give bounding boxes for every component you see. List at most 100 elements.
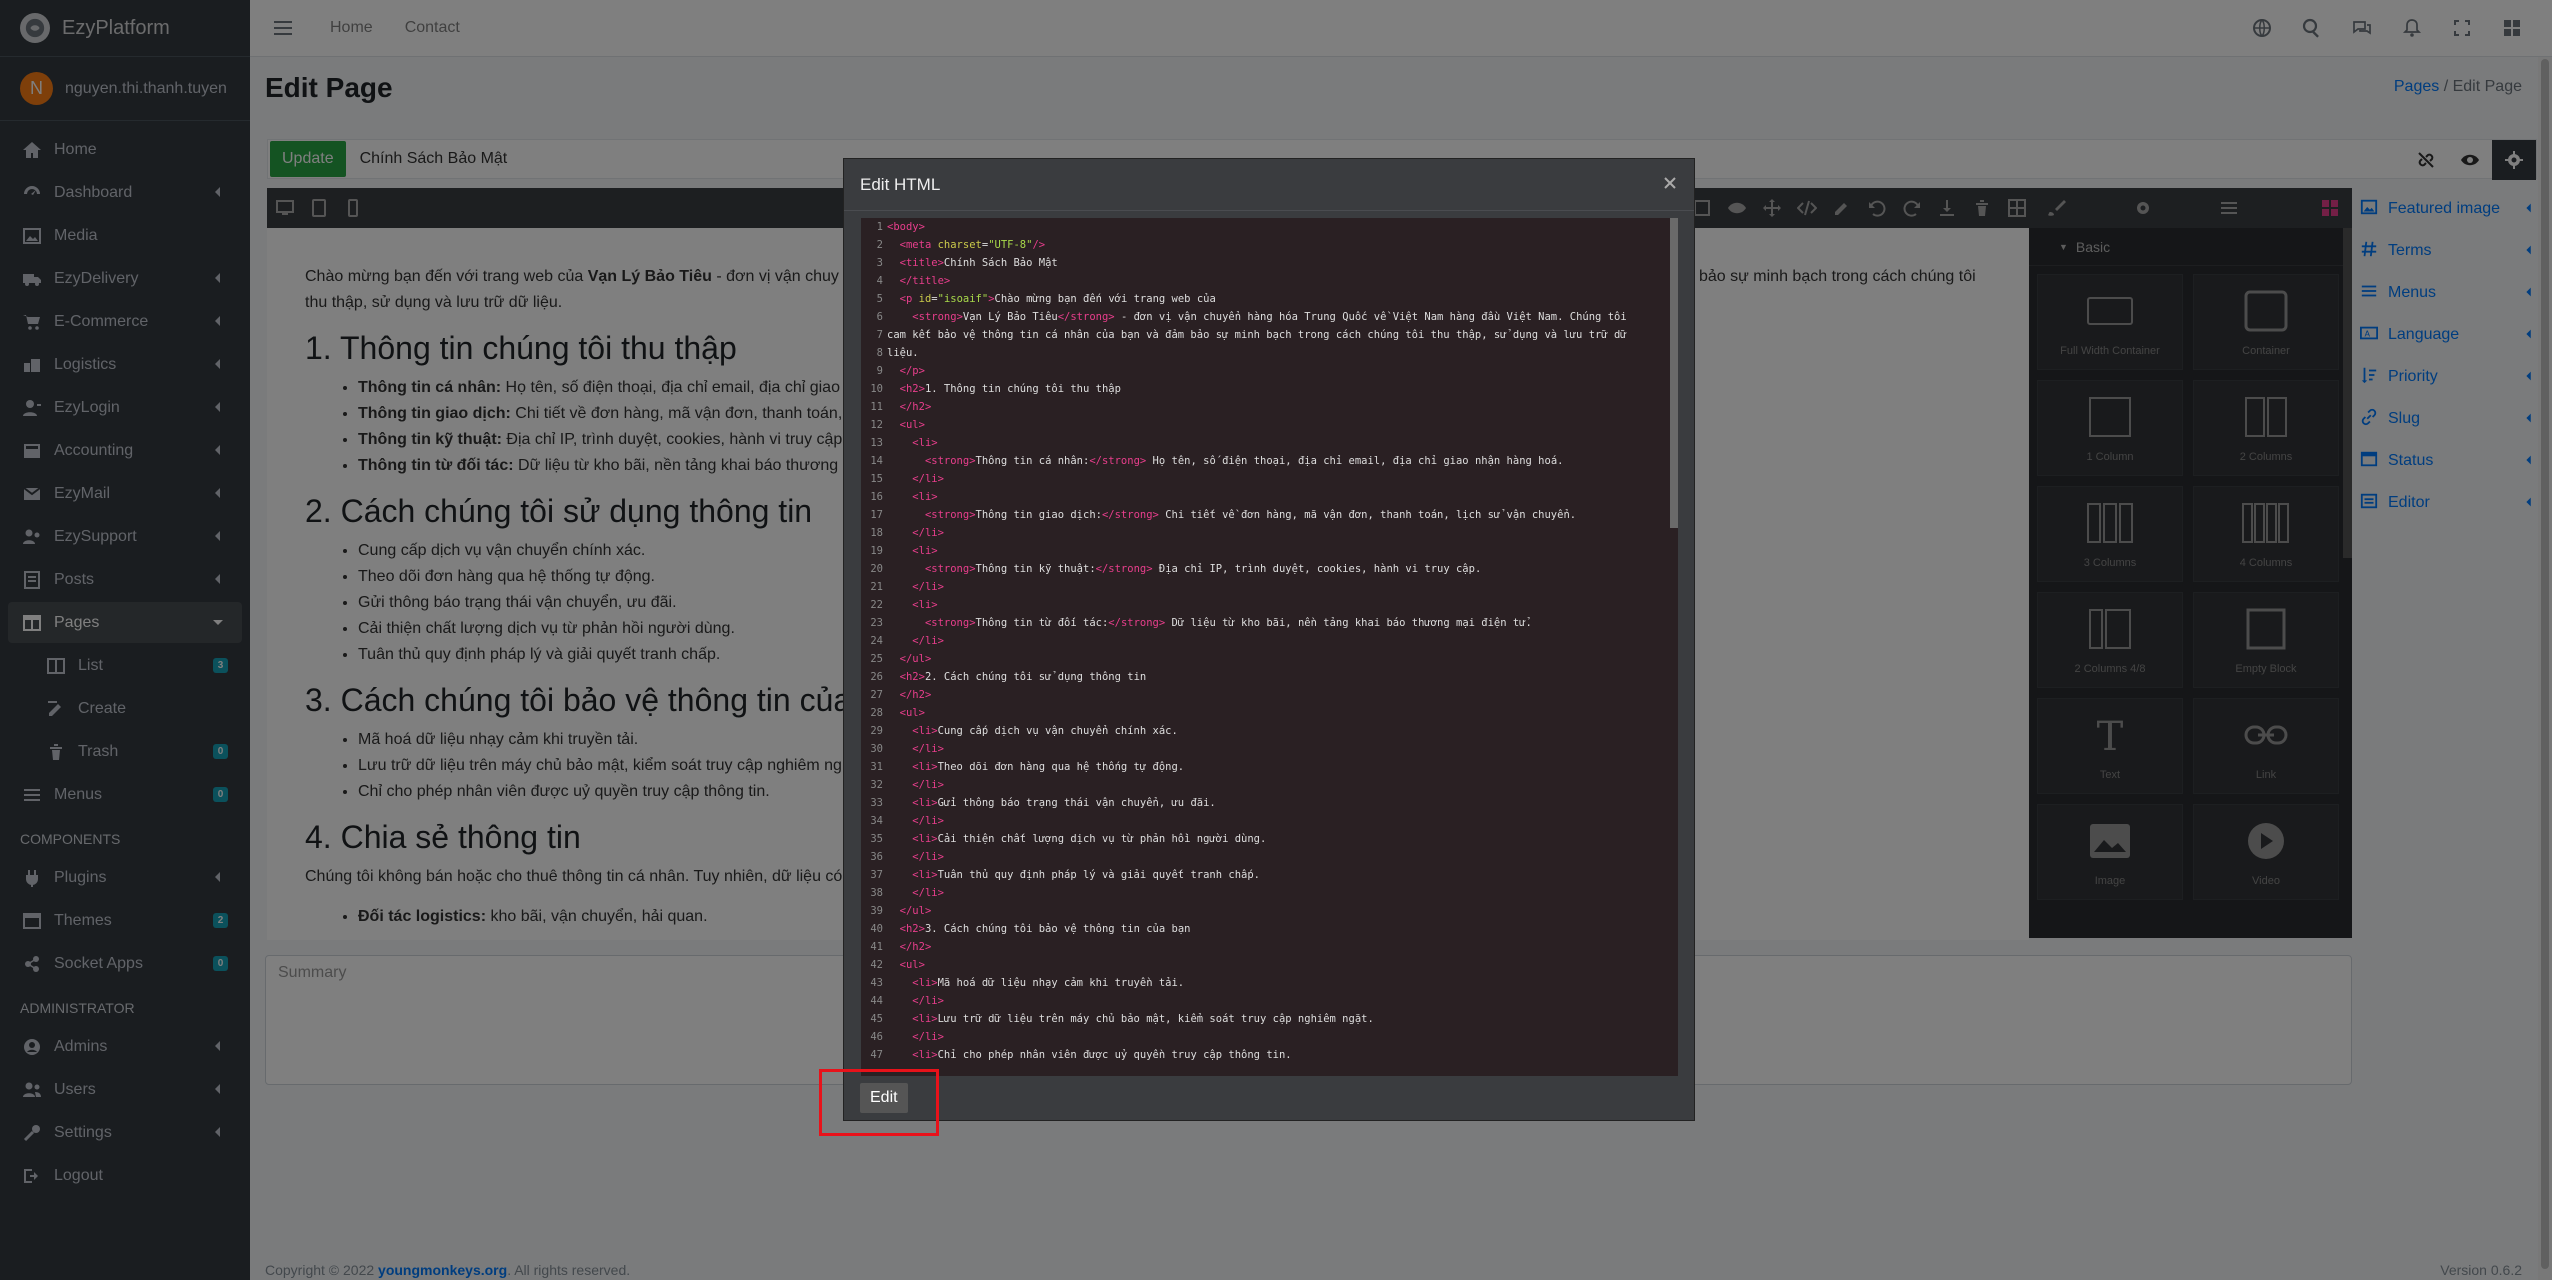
code-line[interactable]: 27 </h2> [861,686,1678,704]
code-line[interactable]: 38 </li> [861,884,1678,902]
code-line[interactable]: 17 <strong>Thông tin giao dịch:</strong>… [861,506,1678,524]
line-number: 25 [870,653,883,665]
line-number: 30 [870,743,883,755]
line-number: 34 [870,815,883,827]
code-text: cam kết bảo vệ thông tin cá nhân của bạn… [887,329,1627,341]
code-text: <li> [912,545,938,557]
code-line[interactable]: 12 <ul> [861,416,1678,434]
code-line[interactable]: 11 </h2> [861,398,1678,416]
line-number: 6 [876,311,883,323]
code-line[interactable]: 31 <li>Theo dõi đơn hàng qua hệ thống tự… [861,758,1678,776]
code-line[interactable]: 25 </ul> [861,650,1678,668]
close-icon[interactable] [1662,175,1678,191]
code-line[interactable]: 34 </li> [861,812,1678,830]
code-line[interactable]: 32 </li> [861,776,1678,794]
line-number: 32 [870,779,883,791]
code-line[interactable]: 42 <ul> [861,956,1678,974]
code-line[interactable]: 29 <li>Cung cấp dịch vụ vận chuyển chính… [861,722,1678,740]
line-number: 26 [870,671,883,683]
line-number: 3 [876,257,883,269]
line-number: 8 [876,347,883,359]
code-line[interactable]: 5 <p id="isoaif">Chào mừng bạn đến với t… [861,290,1678,308]
code-line[interactable]: 37 <li>Tuân thủ quy định pháp lý và giải… [861,866,1678,884]
line-number: 41 [870,941,883,953]
line-number: 22 [870,599,883,611]
code-line[interactable]: 15 </li> [861,470,1678,488]
code-line[interactable]: 46 </li> [861,1028,1678,1046]
code-text: <li> [912,599,938,611]
line-number: 44 [870,995,883,1007]
code-line[interactable]: 19 <li> [861,542,1678,560]
code-line[interactable]: 39 </ul> [861,902,1678,920]
code-text: <strong>Thông tin kỹ thuật:</strong> Địa… [924,563,1482,575]
line-number: 9 [876,365,883,377]
line-number: 40 [870,923,883,935]
code-line[interactable]: 16 <li> [861,488,1678,506]
code-line[interactable]: 22 <li> [861,596,1678,614]
code-line[interactable]: 7 cam kết bảo vệ thông tin cá nhân của bạ… [861,326,1678,344]
code-line[interactable]: 36 </li> [861,848,1678,866]
code-line[interactable]: 45 <li>Lưu trữ dữ liệu trên máy chủ bảo … [861,1010,1678,1028]
highlight-box [819,1069,939,1136]
code-line[interactable]: 24 </li> [861,632,1678,650]
line-number: 38 [870,887,883,899]
code-line[interactable]: 8 liệu. [861,344,1678,362]
code-text: </li> [912,995,944,1007]
line-number: 11 [870,401,883,413]
code-line[interactable]: 9 </p> [861,362,1678,380]
line-number: 15 [870,473,883,485]
line-number: 18 [870,527,883,539]
code-text: <strong>Thông tin từ đối tác:</strong> D… [924,617,1532,629]
code-line[interactable]: 30 </li> [861,740,1678,758]
code-line[interactable]: 44 </li> [861,992,1678,1010]
code-text: <li>Gửi thông báo trạng thái vận chuyển,… [912,797,1216,809]
code-line[interactable]: 33 <li>Gửi thông báo trạng thái vận chuy… [861,794,1678,812]
line-number: 23 [870,617,883,629]
code-line[interactable]: 23 <strong>Thông tin từ đối tác:</strong… [861,614,1678,632]
line-number: 37 [870,869,883,881]
code-text: </li> [912,635,944,647]
code-line[interactable]: 21 </li> [861,578,1678,596]
code-line[interactable]: 35 <li>Cải thiện chất lượng dịch vụ từ p… [861,830,1678,848]
code-text: <li>Tuân thủ quy định pháp lý và giải qu… [912,869,1260,881]
line-number: 7 [876,329,883,341]
line-number: 46 [870,1031,883,1043]
line-number: 43 [870,977,883,989]
code-line[interactable]: 10 <h2>1. Thông tin chúng tôi thu thập [861,380,1678,398]
code-text: <ul> [899,707,925,719]
code-text: <li>Lưu trữ dữ liệu trên máy chủ bảo mật… [912,1013,1374,1025]
code-line[interactable]: 2 <meta charset="UTF-8"/> [861,236,1678,254]
code-line[interactable]: 43 <li>Mã hoá dữ liệu nhạy cảm khi truyề… [861,974,1678,992]
code-text: <li>Cung cấp dịch vụ vận chuyển chính xá… [912,725,1178,737]
code-line[interactable]: 28 <ul> [861,704,1678,722]
code-text: <li>Theo dõi đơn hàng qua hệ thống tự độ… [912,761,1185,773]
line-number: 1 [876,221,883,233]
code-line[interactable]: 4 </title> [861,272,1678,290]
html-code-editor[interactable]: 1 <body> 2 <meta charset="UTF-8"/> 3 <title… [861,218,1678,1076]
line-number: 27 [870,689,883,701]
code-text: <li> [912,491,938,503]
line-number: 20 [870,563,883,575]
line-number: 29 [870,725,883,737]
line-number: 36 [870,851,883,863]
line-number: 2 [876,239,883,251]
code-text: <h2>3. Cách chúng tôi bảo vệ thông tin c… [899,923,1191,935]
code-line[interactable]: 41 </h2> [861,938,1678,956]
code-line[interactable]: 26 <h2>2. Cách chúng tôi sử dụng thông t… [861,668,1678,686]
line-number: 13 [870,437,883,449]
code-line[interactable]: 1 <body> [861,218,1678,236]
code-scrollbar[interactable] [1670,218,1678,528]
line-number: 4 [876,275,883,287]
code-line[interactable]: 13 <li> [861,434,1678,452]
code-line[interactable]: 14 <strong>Thông tin cá nhân:</strong> H… [861,452,1678,470]
code-line[interactable]: 18 </li> [861,524,1678,542]
code-text: </li> [912,527,944,539]
code-line[interactable]: 20 <strong>Thông tin kỹ thuật:</strong> … [861,560,1678,578]
code-line[interactable]: 3 <title>Chính Sách Bảo Mật [861,254,1678,272]
code-line[interactable]: 47 <li>Chỉ cho phép nhân viên được uỷ qu… [861,1046,1678,1064]
code-text: <p id="isoaif">Chào mừng bạn đến với tra… [899,293,1216,305]
code-text: </ul> [899,905,932,917]
modal-header: Edit HTML [844,159,1694,211]
code-line[interactable]: 6 <strong>Vạn Lý Bảo Tiêu</strong> - đơn… [861,308,1678,326]
code-line[interactable]: 40 <h2>3. Cách chúng tôi bảo vệ thông ti… [861,920,1678,938]
